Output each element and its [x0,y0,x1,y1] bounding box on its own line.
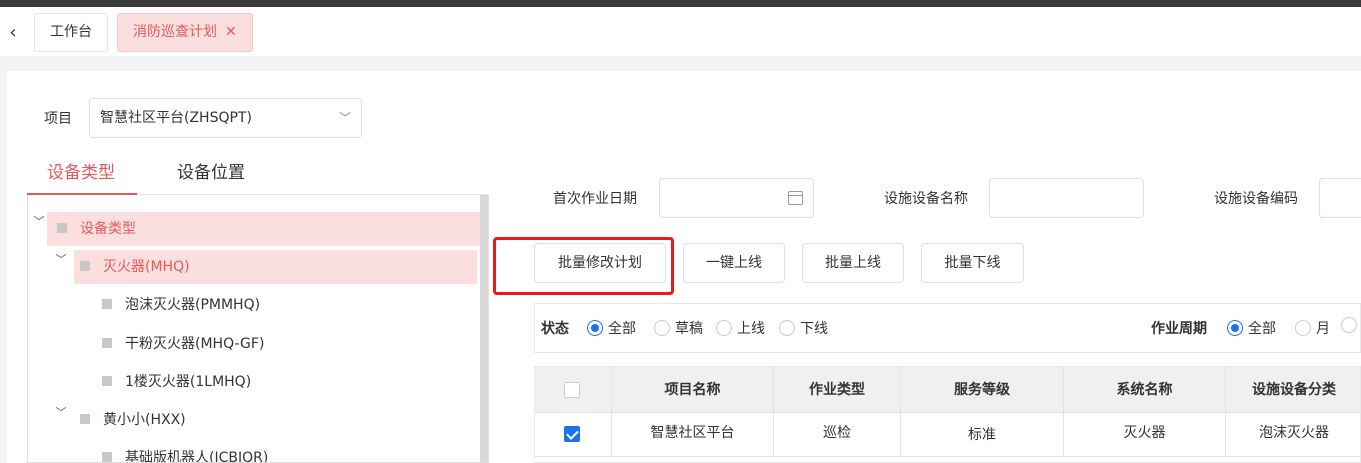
cell-job-type: 巡检 [774,413,901,456]
top-bar [0,0,1361,7]
first-date-label: 首次作业日期 [553,191,637,207]
tree-node-label: 灭火器(MHQ) [103,259,190,275]
radio-label: 草稿 [675,321,703,337]
radio-label: 下线 [800,321,828,337]
radio-label: 上线 [737,321,765,337]
device-tree: ﹀ 设备类型 ﹀ 灭火器(MHQ) 泡沫灭火器(PMMHQ) 干粉灭火器(MHQ… [27,195,489,463]
radio-icon [779,320,795,336]
tree-node-device-type[interactable]: 设备类型 [47,212,481,246]
radio-label: 全部 [608,321,636,337]
device-code-input[interactable] [1319,178,1361,218]
chevron-down-icon: ﹀ [338,111,351,125]
tree-node-hxx[interactable]: 黄小小(HXX) [80,403,186,437]
tab-device-type[interactable]: 设备类型 [47,151,115,195]
tree-node-label: 泡沫灭火器(PMMHQ) [125,297,261,313]
expand-arrow-icon[interactable]: ﹀ [54,251,68,267]
select-all-checkbox[interactable] [564,382,580,398]
period-radio-all[interactable]: 全部 [1227,318,1276,338]
status-radio-all[interactable]: 全部 [587,318,636,338]
project-select[interactable]: 智慧社区平台(ZHSQPT) ﹀ [89,98,362,138]
radio-selected-icon [1227,320,1243,336]
file-icon [102,338,112,348]
tree-node-label: 基础版机器人(JCBJQR) [125,450,269,463]
tree-node-1lmhq[interactable]: 1楼灭火器(1LMHQ) [102,365,251,399]
row-checkbox[interactable] [564,426,580,442]
project-label: 项目 [44,111,72,127]
calendar-icon[interactable] [788,191,803,205]
tab-fire-inspection-plan[interactable]: 消防巡查计划 ✕ [117,13,253,52]
close-icon[interactable]: ✕ [225,24,237,40]
status-label: 状态 [541,321,569,337]
cell-system-name: 灭火器 [1064,413,1226,456]
header-service-level[interactable]: 服务等级 [901,367,1064,413]
tree-node-mhq[interactable]: 灭火器(MHQ) [74,250,477,284]
tree-node-jcbjqr[interactable]: 基础版机器人(JCBJQR) [102,441,269,463]
tab-workbench-label: 工作台 [50,24,92,40]
radio-icon [716,320,732,336]
folder-icon [80,261,90,271]
plan-table: 项目名称 作业类型 服务等级 系统名称 设施设备分类 智慧社区平台 巡检 标准 … [534,366,1361,463]
period-radio-next[interactable] [1341,317,1361,334]
folder-icon [57,223,67,233]
expand-arrow-icon[interactable]: ﹀ [32,213,46,229]
tree-node-mhq-gf[interactable]: 干粉灭火器(MHQ-GF) [102,327,264,361]
tab-bar: ‹ 工作台 消防巡查计划 ✕ [0,7,1361,57]
radio-icon [654,320,670,336]
header-project-name[interactable]: 项目名称 [612,367,774,413]
status-radio-offline[interactable]: 下线 [779,318,828,338]
expand-arrow-icon[interactable]: ﹀ [54,404,68,420]
file-icon [102,299,112,309]
tree-node-pmmhq[interactable]: 泡沫灭火器(PMMHQ) [102,288,260,322]
period-label: 作业周期 [1151,321,1207,337]
period-radio-month[interactable]: 月 [1295,318,1330,338]
header-system-name[interactable]: 系统名称 [1064,367,1226,413]
project-select-value: 智慧社区平台(ZHSQPT) [100,110,252,126]
main-panel: 项目 智慧社区平台(ZHSQPT) ﹀ 设备类型 设备位置 ﹀ 设备类型 ﹀ 灭… [7,71,1361,463]
radio-label: 全部 [1248,321,1276,337]
radio-selected-icon [587,320,603,336]
status-radio-draft[interactable]: 草稿 [654,318,703,338]
row-divider [535,456,1360,457]
device-name-input[interactable] [989,178,1144,218]
tab-plan-label: 消防巡查计划 [133,24,217,40]
first-date-input[interactable] [659,178,814,218]
cell-project-name: 智慧社区平台 [612,413,774,456]
tree-node-label: 干粉灭火器(MHQ-GF) [125,336,265,352]
highlight-box [493,237,674,295]
radio-label: 月 [1316,321,1330,337]
one-click-online-button[interactable]: 一键上线 [683,243,785,283]
header-job-type[interactable]: 作业类型 [774,367,901,413]
tree-node-label: 1楼灭火器(1LMHQ) [125,374,252,390]
tree-scrollbar[interactable] [480,195,488,462]
table-header: 项目名称 作业类型 服务等级 系统名称 设施设备分类 [535,367,1360,413]
radio-icon [1341,317,1357,333]
cell-device-category: 泡沫灭火器 [1259,425,1329,441]
header-select-cell [535,367,612,413]
file-icon [102,452,112,462]
file-icon [102,376,112,386]
folder-icon [80,414,90,424]
tree-node-label: 黄小小(HXX) [103,412,186,428]
device-name-label: 设施设备名称 [884,191,968,207]
batch-online-button[interactable]: 批量上线 [802,243,904,283]
device-code-label: 设施设备编码 [1214,191,1298,207]
tab-device-location[interactable]: 设备位置 [177,151,245,195]
row-select-cell [535,413,612,456]
batch-offline-button[interactable]: 批量下线 [921,243,1024,283]
cell-service-level: 标准 [901,413,1064,456]
tree-node-label: 设备类型 [80,221,136,237]
status-radio-online[interactable]: 上线 [716,318,765,338]
chevron-left-icon[interactable]: ‹ [4,22,22,44]
radio-icon [1295,320,1311,336]
tab-workbench[interactable]: 工作台 [34,13,108,52]
header-device-category[interactable]: 设施设备分类 [1226,367,1360,413]
